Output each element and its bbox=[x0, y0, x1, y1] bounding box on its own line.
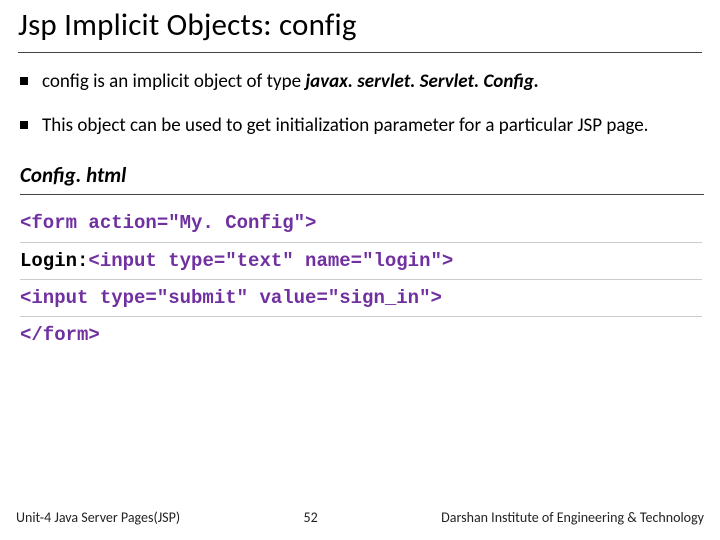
bullet-item: This object can be used to get initializ… bbox=[18, 113, 702, 139]
code-line: <form action="My. Config"> bbox=[20, 205, 702, 242]
code-line: Login:<input type="text" name="login"> bbox=[20, 243, 702, 280]
code-token: </form> bbox=[20, 324, 100, 346]
bullet-emph: javax. servlet. Servlet. Config. bbox=[305, 70, 539, 93]
footer-right: Darshan Institute of Engineering & Techn… bbox=[441, 509, 720, 526]
footer: Unit-4 Java Server Pages(JSP) 52 Darshan… bbox=[0, 509, 720, 526]
code-token: <input type="submit" value="sign_in"> bbox=[20, 287, 442, 309]
page-title: Jsp Implicit Objects: config bbox=[18, 4, 702, 53]
bullet-list: config is an implicit object of type jav… bbox=[18, 69, 702, 138]
code-token: <form action="My. Config"> bbox=[20, 212, 316, 234]
section-subhead: Config. html bbox=[20, 162, 704, 195]
bullet-text: config is an implicit object of type bbox=[42, 70, 305, 93]
footer-left: Unit-4 Java Server Pages(JSP) bbox=[0, 509, 180, 526]
bullet-text: This object can be used to get initializ… bbox=[42, 114, 648, 137]
code-line: </form> bbox=[20, 317, 702, 353]
code-token: Login: bbox=[20, 250, 88, 272]
bullet-item: config is an implicit object of type jav… bbox=[18, 69, 702, 95]
code-token: <input type="text" name="login"> bbox=[88, 250, 453, 272]
code-line: <input type="submit" value="sign_in"> bbox=[20, 280, 702, 317]
page-number: 52 bbox=[180, 509, 441, 526]
code-block: <form action="My. Config"> Login:<input … bbox=[18, 205, 702, 353]
